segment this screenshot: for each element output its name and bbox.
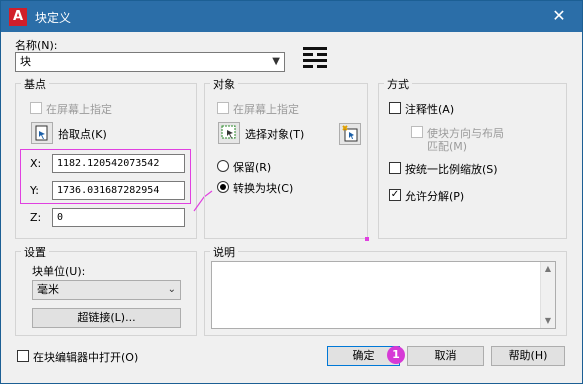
corner-marker [365, 237, 369, 241]
match-orientation-checkbox[interactable] [411, 126, 423, 138]
y-label: Y: [30, 184, 39, 197]
z-field[interactable]: 0 [52, 208, 185, 227]
block-unit-label: 块单位(U): [32, 265, 86, 278]
retain-radio[interactable] [217, 160, 229, 172]
autocad-logo-icon: A [9, 8, 27, 26]
name-value: 块 [20, 55, 31, 68]
block-preview-icon [303, 47, 327, 68]
help-button[interactable]: 帮助(H) [491, 346, 565, 366]
radio-selected-dot [220, 184, 226, 190]
pick-point-button[interactable] [31, 122, 53, 144]
allow-explode-checkbox[interactable]: ✓ [389, 189, 401, 201]
x-field[interactable]: 1182.120542073542 [52, 154, 185, 173]
select-objects-icon [221, 125, 236, 139]
scale-uniformly-label: 按统一比例缩放(S) [405, 163, 498, 176]
name-combobox[interactable]: 块 ▼ [15, 52, 285, 72]
close-icon[interactable]: ✕ [550, 7, 568, 25]
cancel-button[interactable]: 取消 [407, 346, 484, 366]
x-label: X: [30, 157, 42, 170]
scroll-up-icon[interactable]: ▲ [541, 262, 555, 276]
scroll-down-icon[interactable]: ▼ [541, 314, 555, 328]
hyperlink-button[interactable]: 超链接(L)... [32, 308, 181, 328]
z-label: Z: [30, 211, 42, 224]
chevron-down-icon[interactable]: ⌄ [168, 281, 176, 299]
pick-point-label: 拾取点(K) [58, 128, 107, 141]
description-textarea[interactable]: ▲ ▼ [211, 261, 556, 329]
block-unit-value: 毫米 [37, 283, 59, 296]
base-on-screen-label: 在屏幕上指定 [46, 103, 112, 116]
block-unit-select[interactable]: 毫米 ⌄ [32, 280, 181, 300]
select-objects-button[interactable] [218, 122, 240, 144]
title-bar[interactable]: A 块定义 ✕ [1, 1, 582, 32]
scale-uniformly-checkbox[interactable] [389, 162, 401, 174]
select-objects-label: 选择对象(T) [245, 128, 305, 141]
base-point-title: 基点 [21, 76, 49, 92]
behavior-title: 方式 [384, 76, 412, 92]
settings-title: 设置 [21, 244, 49, 260]
objects-on-screen-label: 在屏幕上指定 [233, 103, 299, 116]
block-definition-dialog: A 块定义 ✕ 名称(N): 块 ▼ 基点 在屏幕上指定 拾取点(K) X: 1… [0, 0, 583, 384]
annotative-label: 注释性(A) [405, 103, 455, 116]
objects-on-screen-checkbox[interactable] [217, 102, 229, 114]
convert-to-block-label: 转换为块(C) [233, 182, 294, 195]
quick-select-button[interactable] [339, 123, 361, 145]
name-label: 名称(N): [15, 39, 58, 52]
base-on-screen-checkbox[interactable] [30, 102, 42, 114]
convert-to-block-radio[interactable] [217, 181, 229, 193]
step-badge: 1 [387, 346, 405, 364]
description-title: 说明 [210, 244, 238, 260]
open-in-editor-checkbox[interactable] [17, 350, 29, 362]
match-orientation-label-line2: 匹配(M) [427, 140, 468, 153]
chevron-down-icon[interactable]: ▼ [272, 53, 280, 71]
annotative-checkbox[interactable] [389, 102, 401, 114]
objects-title: 对象 [210, 76, 238, 92]
allow-explode-label: 允许分解(P) [405, 190, 465, 203]
open-in-editor-label: 在块编辑器中打开(O) [33, 351, 139, 364]
y-field[interactable]: 1736.031687282954 [52, 181, 185, 200]
quick-select-icon [342, 125, 358, 142]
pick-point-icon [35, 125, 48, 141]
window-title: 块定义 [35, 11, 72, 25]
description-scrollbar[interactable]: ▲ ▼ [540, 262, 555, 328]
retain-label: 保留(R) [233, 161, 272, 174]
